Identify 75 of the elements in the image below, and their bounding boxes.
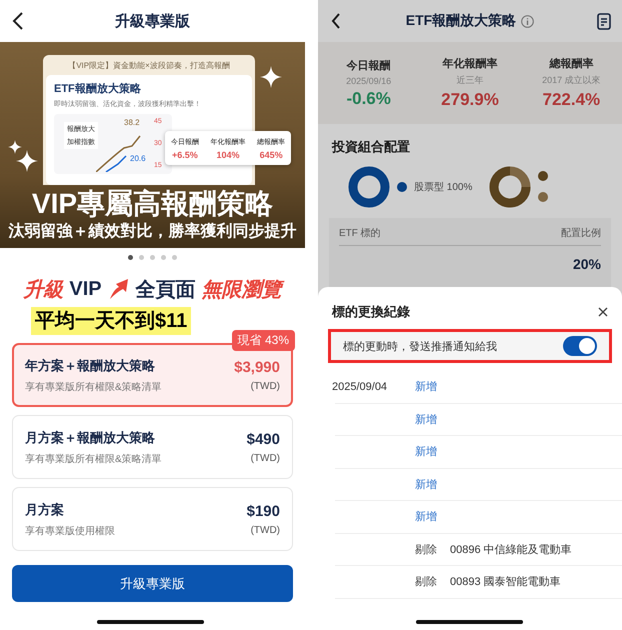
stat-label: 總報酬率 (549, 56, 594, 71)
plan-option[interactable]: 月方案＋報酬放大策略 享有專業版所有權限&策略清單 $490 (TWD) (12, 415, 293, 479)
plan-description: 享有專業版所有權限&策略清單 (25, 452, 162, 466)
record-date: 2025/09/04 (332, 380, 388, 393)
close-icon[interactable] (598, 307, 608, 317)
record-action: 新增 (415, 511, 437, 524)
record-action: 剔除 (415, 576, 437, 588)
column-header: 配置比例 (561, 226, 601, 240)
stat-value: 722.4% (542, 90, 600, 110)
sheet-title: 標的更換紀錄 (332, 303, 410, 321)
record-action: 新增 (415, 381, 437, 394)
plan-name: 月方案＋報酬放大策略 (25, 428, 156, 446)
info-icon[interactable] (521, 14, 534, 28)
plan-name: 年方案＋報酬放大策略 (25, 356, 156, 374)
stat-period: 近三年 (456, 74, 484, 87)
stat-value: 645% (260, 150, 283, 160)
record-action: 新增 (415, 478, 437, 491)
page-title: 升級專業版 (115, 12, 190, 30)
section-title: 投資組合配置 (332, 138, 411, 156)
legend-label: 股票型 100% (414, 180, 472, 194)
discount-badge: 現省 43% (232, 330, 295, 351)
donut-chart (489, 166, 532, 208)
banner-headline: VIP專屬高報酬策略 (32, 187, 274, 221)
stat-period: 2025/09/16 (346, 76, 392, 86)
back-icon[interactable] (331, 13, 341, 29)
document-icon[interactable] (597, 12, 611, 30)
donut-chart (348, 166, 390, 208)
arrow-icon (108, 277, 130, 301)
legend-dot (397, 182, 407, 192)
notification-toggle[interactable] (563, 336, 597, 356)
stat-value: 279.9% (441, 90, 499, 110)
record-target: 00893 國泰智能電動車 (450, 575, 561, 590)
upgrade-button[interactable]: 升級專業版 (12, 565, 293, 602)
currency-label: (TWD) (250, 524, 280, 536)
currency-label: (TWD) (250, 380, 280, 392)
record-action: 剔除 (415, 544, 437, 556)
carousel-dot[interactable] (150, 254, 155, 260)
carousel-dot[interactable] (128, 254, 133, 260)
plan-price: $190 (246, 502, 280, 520)
price-note: 平均一天不到$11 (31, 307, 192, 335)
plan-name: 月方案 (25, 500, 65, 518)
record-action: 新增 (415, 414, 437, 426)
stat-value: 104% (216, 150, 240, 160)
stat-period: 2017 成立以來 (542, 74, 601, 87)
plan-description: 享有專業版所有權限&策略清單 (25, 380, 162, 394)
banner-tagline: 【VIP限定】資金動能×波段節奏，打造高報酬 (67, 60, 231, 72)
banner-subtitle: 汰弱留強＋績效對比，勝率獲利同步提升 (8, 221, 296, 242)
promo-text: 無限瀏覽 (202, 276, 282, 302)
promo-text: 升級 (23, 278, 64, 302)
plan-price: $3,990 (234, 358, 280, 376)
chart-label: 20.6 (130, 154, 146, 163)
record-target: 00896 中信綠能及電動車 (450, 542, 572, 557)
record-action: 新增 (415, 446, 437, 458)
card-title: ETF報酬放大策略 (54, 82, 142, 96)
currency-label: (TWD) (250, 452, 280, 464)
stat-value: +6.5% (172, 150, 198, 160)
promo-text: 全頁面 (136, 278, 196, 302)
carousel-dot[interactable] (161, 254, 166, 260)
back-icon[interactable] (12, 12, 24, 30)
legend-dots-icon (538, 171, 548, 203)
sparkle-icon (260, 66, 282, 88)
plan-price: $490 (246, 430, 280, 448)
table-cell-text: 20% (572, 255, 601, 274)
stat-value: -0.6% (346, 88, 391, 108)
carousel-dot[interactable] (172, 254, 177, 260)
column-header: ETF 標的 (339, 226, 381, 240)
stat-label: 今日報酬 (346, 58, 391, 72)
stat-label: 年化報酬率 (442, 56, 498, 71)
promo-text: VIP (69, 278, 102, 300)
carousel-dot[interactable] (139, 254, 144, 260)
setting-label: 標的更動時，發送推播通知給我 (343, 340, 497, 354)
chart-label: 38.2 (124, 118, 140, 127)
plan-description: 享有專業版使用權限 (25, 524, 115, 538)
plan-option[interactable]: 月方案 享有專業版使用權限 $190 (TWD) (12, 487, 293, 551)
page-title: ETF報酬放大策略 (406, 12, 516, 30)
